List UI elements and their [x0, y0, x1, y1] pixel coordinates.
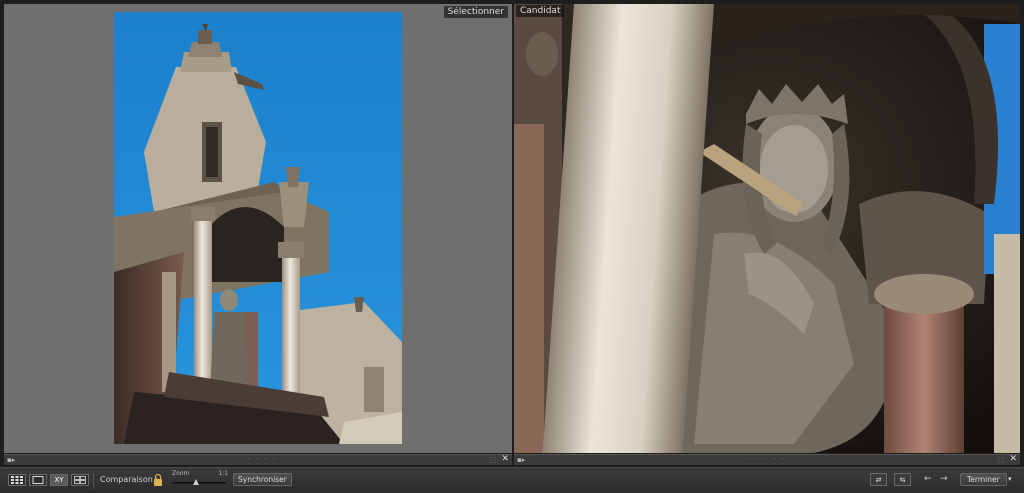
zoom-label: Zoom [172, 470, 190, 477]
prev-arrow-icon[interactable]: ← [924, 474, 932, 484]
toolbar-menu-icon[interactable]: ▾ [1008, 475, 1012, 483]
select-photo[interactable] [114, 12, 402, 444]
close-icon[interactable]: ✕ [1009, 454, 1017, 464]
compare-view-icon[interactable]: XY [50, 474, 68, 486]
statue-closeup-image [514, 4, 1020, 453]
swap-icon[interactable]: ⇄ [870, 473, 887, 486]
compare-view-glyph: XY [54, 476, 64, 484]
make-select-icon[interactable]: ⇆ [894, 473, 911, 486]
flag-icon[interactable]: ▪▸ [7, 456, 15, 464]
cathedral-spire-image [114, 12, 402, 444]
label-icon[interactable]: ⬚ [997, 456, 1004, 464]
candidate-panel[interactable]: Candidat [514, 4, 1020, 453]
select-panel-footer: ▪▸ · · · · · ⬚ ✕ [4, 454, 512, 465]
loupe-view-icon[interactable] [29, 474, 47, 486]
bottom-toolbar: XY Comparaison : Zoom 1:1 Synchroniser ⇄… [0, 467, 1024, 493]
zoom-control: Zoom 1:1 [170, 470, 228, 490]
select-tag: Sélectionner [443, 6, 508, 18]
candidate-panel-footer: ▪▸ · · · · · ⬚ ✕ [514, 454, 1020, 465]
zoom-slider-thumb[interactable] [193, 479, 200, 485]
lock-icon[interactable] [153, 472, 163, 486]
rating-dots[interactable]: · · · · · [239, 455, 277, 463]
next-arrow-icon[interactable]: → [940, 474, 948, 484]
close-icon[interactable]: ✕ [501, 454, 509, 464]
toolbar-divider [93, 473, 94, 489]
label-icon[interactable]: ⬚ [489, 456, 496, 464]
done-button[interactable]: Terminer [960, 473, 1007, 486]
compare-view-window: Sélectionner Candidat ▪▸ · · · · · ⬚ ✕ ▪… [0, 0, 1024, 493]
select-panel[interactable]: Sélectionner [4, 4, 512, 453]
candidate-tag: Candidat [516, 5, 565, 17]
zoom-scale-label: 1:1 [218, 470, 228, 477]
sync-button[interactable]: Synchroniser [233, 473, 292, 486]
compare-label: Comparaison : [100, 475, 159, 484]
grid-view-icon[interactable] [8, 474, 26, 486]
flag-icon[interactable]: ▪▸ [517, 456, 525, 464]
rating-dots[interactable]: · · · · · [748, 455, 786, 463]
survey-view-icon[interactable] [71, 474, 89, 486]
